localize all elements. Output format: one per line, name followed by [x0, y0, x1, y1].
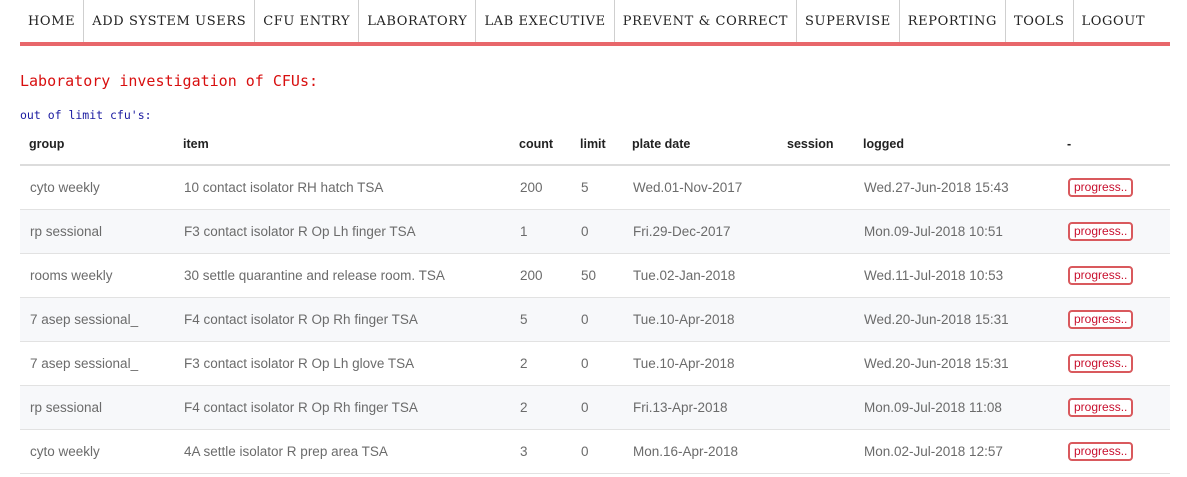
- cell-session: [778, 297, 854, 342]
- cell-count: 2: [510, 341, 571, 386]
- cell-session: [778, 209, 854, 254]
- cell-item: 30 settle quarantine and release room. T…: [174, 253, 510, 298]
- header-limit: limit: [571, 124, 623, 166]
- cell-action: progress..: [1058, 341, 1170, 386]
- cell-limit: 0: [571, 209, 623, 254]
- cell-action: progress..: [1058, 385, 1170, 430]
- cell-action: progress..: [1058, 165, 1170, 210]
- table-row: rooms weekly 30 settle quarantine and rel…: [20, 253, 1170, 298]
- cell-plate-date: Tue.02-Jan-2018: [623, 253, 778, 298]
- cell-session: [778, 253, 854, 298]
- progress-button[interactable]: progress..: [1068, 442, 1134, 461]
- cell-item: F3 contact isolator R Op Lh glove TSA: [174, 341, 510, 386]
- cell-logged: Mon.09-Jul-2018 11:08: [854, 385, 1058, 430]
- nav-home[interactable]: HOME: [20, 0, 85, 42]
- nav-add-system-users[interactable]: ADD SYSTEM USERS: [84, 0, 256, 42]
- cell-session: [778, 341, 854, 386]
- cell-item: F3 contact isolator R Op Lh finger TSA: [174, 209, 510, 254]
- cell-logged: Wed.11-Jul-2018 10:53: [854, 253, 1058, 298]
- cell-action: progress..: [1058, 297, 1170, 342]
- cell-limit: 0: [571, 341, 623, 386]
- cell-session: [778, 165, 854, 210]
- cell-session: [778, 385, 854, 430]
- cell-plate-date: Wed.01-Nov-2017: [623, 165, 778, 210]
- cell-action: progress..: [1058, 209, 1170, 254]
- table-header-row: group item count limit plate date sessio…: [20, 124, 1170, 166]
- header-count: count: [510, 124, 571, 166]
- nav-tools[interactable]: TOOLS: [1006, 0, 1074, 42]
- cell-count: 3: [510, 429, 571, 474]
- cell-item: F4 contact isolator R Op Rh finger TSA: [174, 385, 510, 430]
- cell-item: 10 contact isolator RH hatch TSA: [174, 165, 510, 210]
- header-item: item: [174, 124, 510, 166]
- cfu-table: group item count limit plate date sessio…: [20, 124, 1170, 474]
- cell-plate-date: Fri.13-Apr-2018: [623, 385, 778, 430]
- cell-limit: 0: [571, 429, 623, 474]
- cell-limit: 0: [571, 385, 623, 430]
- section-subheading: out of limit cfu's:: [20, 108, 152, 122]
- header-action: -: [1058, 124, 1170, 166]
- cell-group: 7 asep sessional_: [20, 297, 174, 342]
- cell-group: cyto weekly: [20, 165, 174, 210]
- nav-lab-executive[interactable]: LAB EXECUTIVE: [476, 0, 615, 42]
- cell-item: 4A settle isolator R prep area TSA: [174, 429, 510, 474]
- cell-action: progress..: [1058, 253, 1170, 298]
- cell-group: rp sessional: [20, 209, 174, 254]
- nav-underline-bar: [20, 42, 1170, 46]
- cell-count: 1: [510, 209, 571, 254]
- progress-button[interactable]: progress..: [1068, 222, 1134, 241]
- cell-plate-date: Fri.29-Dec-2017: [623, 209, 778, 254]
- header-group: group: [20, 124, 174, 166]
- table-row: 7 asep sessional_ F4 contact isolator R O…: [20, 297, 1170, 342]
- cell-logged: Mon.02-Jul-2018 12:57: [854, 429, 1058, 474]
- header-plate-date: plate date: [623, 124, 778, 166]
- page-title: Laboratory investigation of CFUs:: [20, 72, 319, 90]
- cell-group: rooms weekly: [20, 253, 174, 298]
- table-row: rp sessional F4 contact isolator R Op Rh …: [20, 385, 1170, 430]
- table-row: cyto weekly 10 contact isolator RH hatch …: [20, 165, 1170, 210]
- cell-session: [778, 429, 854, 474]
- cell-group: 7 asep sessional_: [20, 341, 174, 386]
- cell-action: progress..: [1058, 429, 1170, 474]
- table-row: 7 asep sessional_ F3 contact isolator R O…: [20, 341, 1170, 386]
- nav-cfu-entry[interactable]: CFU ENTRY: [255, 0, 360, 42]
- progress-button[interactable]: progress..: [1068, 354, 1134, 373]
- cell-limit: 5: [571, 165, 623, 210]
- progress-button[interactable]: progress..: [1068, 178, 1134, 197]
- table-row: cyto weekly 4A settle isolator R prep are…: [20, 429, 1170, 474]
- progress-button[interactable]: progress..: [1068, 310, 1134, 329]
- nav-supervise[interactable]: SUPERVISE: [797, 0, 900, 42]
- table-row: rp sessional F3 contact isolator R Op Lh …: [20, 209, 1170, 254]
- nav-laboratory[interactable]: LABORATORY: [359, 0, 477, 42]
- cell-logged: Mon.09-Jul-2018 10:51: [854, 209, 1058, 254]
- nav-logout[interactable]: LOGOUT: [1074, 0, 1154, 42]
- cell-count: 200: [510, 165, 571, 210]
- cell-group: rp sessional: [20, 385, 174, 430]
- cell-group: cyto weekly: [20, 429, 174, 474]
- header-logged: logged: [854, 124, 1058, 166]
- cell-limit: 50: [571, 253, 623, 298]
- cell-count: 5: [510, 297, 571, 342]
- cell-plate-date: Tue.10-Apr-2018: [623, 341, 778, 386]
- nav-reporting[interactable]: REPORTING: [900, 0, 1007, 42]
- cell-limit: 0: [571, 297, 623, 342]
- cell-count: 2: [510, 385, 571, 430]
- cell-count: 200: [510, 253, 571, 298]
- progress-button[interactable]: progress..: [1068, 266, 1134, 285]
- cell-logged: Wed.20-Jun-2018 15:31: [854, 341, 1058, 386]
- cell-plate-date: Mon.16-Apr-2018: [623, 429, 778, 474]
- header-session: session: [778, 124, 854, 166]
- cell-logged: Wed.27-Jun-2018 15:43: [854, 165, 1058, 210]
- nav-prevent-correct[interactable]: PREVENT & CORRECT: [615, 0, 798, 42]
- cell-logged: Wed.20-Jun-2018 15:31: [854, 297, 1058, 342]
- cell-item: F4 contact isolator R Op Rh finger TSA: [174, 297, 510, 342]
- main-nav: HOME ADD SYSTEM USERS CFU ENTRY LABORATO…: [20, 0, 1170, 42]
- cell-plate-date: Tue.10-Apr-2018: [623, 297, 778, 342]
- progress-button[interactable]: progress..: [1068, 398, 1134, 417]
